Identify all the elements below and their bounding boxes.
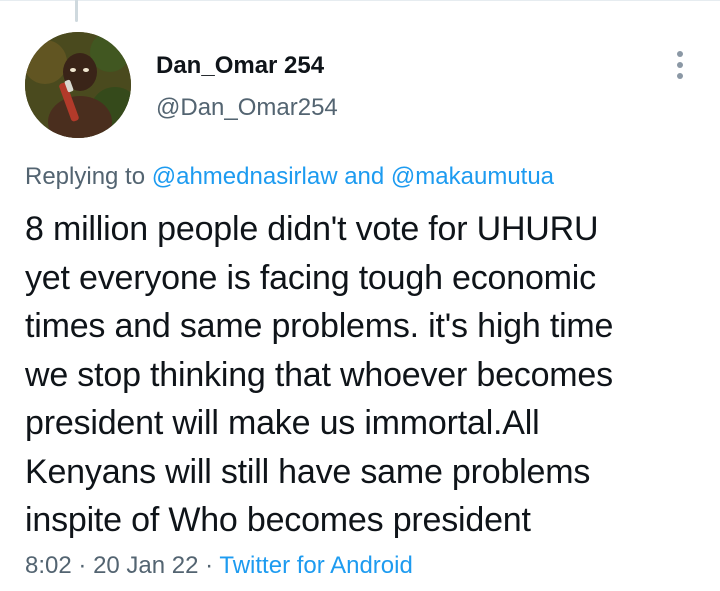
top-divider <box>0 0 720 1</box>
tweet-text-line: Kenyans will still have same problems <box>25 452 591 491</box>
author-display-name[interactable]: Dan_Omar 254 <box>156 52 324 80</box>
tweet-source-link[interactable]: Twitter for Android <box>219 552 412 579</box>
mention-link[interactable]: @ahmednasirlaw <box>152 163 338 190</box>
tweet-text-line: 8 million people didn't vote for UHURU <box>25 210 599 248</box>
meta-separator: · <box>78 552 87 579</box>
replying-to-line: Replying to @ahmednasirlaw and @makaumut… <box>25 163 554 191</box>
tweet-metadata: 8:02 · 20 Jan 22 · Twitter for Android <box>25 552 413 580</box>
more-vertical-icon <box>677 73 683 79</box>
tweet-text-line: president will make us immortal.All <box>25 404 540 442</box>
tweet-text-line: we stop thinking that whoever becomes <box>25 355 613 394</box>
thread-connector-line <box>75 0 78 22</box>
avatar[interactable] <box>25 32 131 138</box>
avatar-photo <box>25 32 131 138</box>
tweet-date[interactable]: 20 Jan 22 <box>93 552 198 579</box>
mention-conjunction[interactable]: and <box>344 163 384 190</box>
replying-to-label: Replying to <box>25 163 146 190</box>
meta-separator: · <box>205 552 214 579</box>
tweet-text-line: yet everyone is facing tough economic <box>25 258 596 297</box>
mention-link[interactable]: @makaumutua <box>391 163 554 190</box>
more-vertical-icon <box>677 51 683 57</box>
tweet-text: 8 million people didn't vote for UHURU y… <box>25 205 705 545</box>
more-vertical-icon <box>677 62 683 68</box>
more-options-button[interactable] <box>666 48 694 82</box>
tweet-text-line: times and same problems. it's high time <box>25 307 614 345</box>
tweet-time[interactable]: 8:02 <box>25 552 72 579</box>
tweet-text-line: inspite of Who becomes president <box>25 501 531 539</box>
author-handle[interactable]: @Dan_Omar254 <box>156 94 338 122</box>
